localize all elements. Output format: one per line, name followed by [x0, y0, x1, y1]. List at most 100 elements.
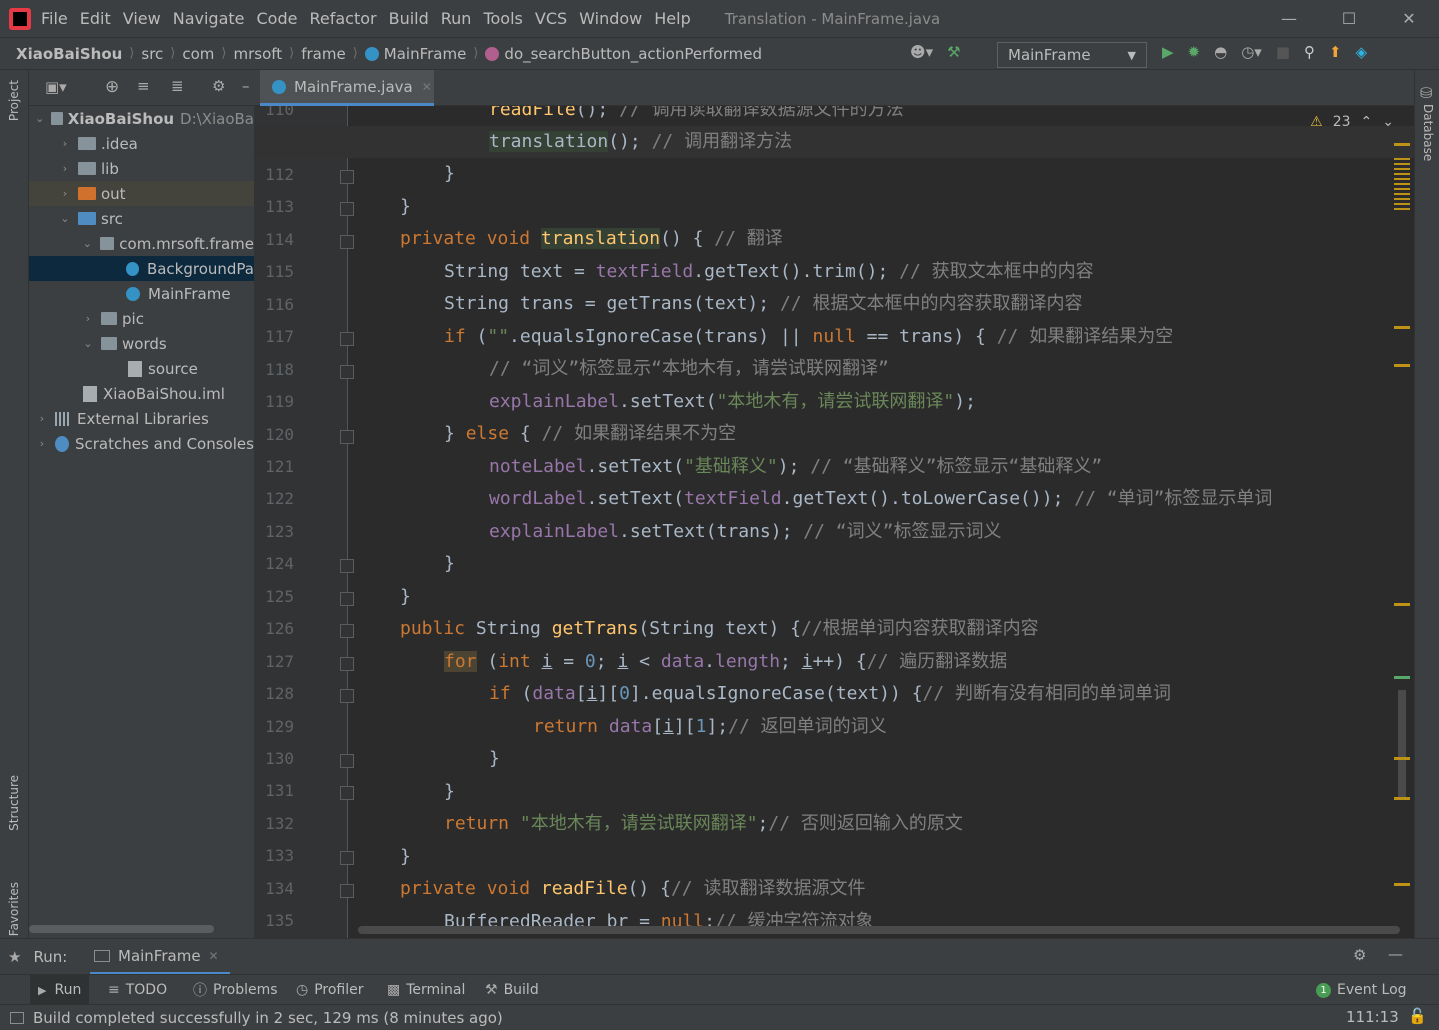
fold-marker-icon[interactable] — [340, 591, 354, 606]
fold-marker-icon[interactable] — [340, 169, 354, 184]
menu-run[interactable]: Run — [441, 9, 472, 28]
warning-stripe-mark[interactable] — [1394, 364, 1410, 367]
chevron-up-icon[interactable]: ⌃ — [1361, 114, 1373, 130]
coverage-icon[interactable]: ◓ — [1214, 43, 1227, 61]
collapse-all-icon[interactable]: ≣ — [171, 77, 184, 95]
tab-mainframe-java[interactable]: MainFrame.java ✕ — [260, 70, 434, 106]
close-icon[interactable]: ✕ — [1379, 0, 1439, 37]
chevron-down-icon[interactable]: ⌄ — [35, 112, 45, 125]
editor-vertical-scrollbar[interactable] — [1398, 690, 1406, 800]
layout-icon[interactable] — [10, 1011, 24, 1024]
run-icon[interactable]: ▶ — [1162, 43, 1174, 61]
menu-window[interactable]: Window — [579, 9, 642, 28]
structure-tool-tab[interactable]: Structure — [7, 775, 21, 831]
tree-item-mainframe[interactable]: MainFrame — [29, 281, 254, 306]
fold-marker-icon[interactable] — [340, 754, 354, 768]
warning-stripe-mark[interactable] — [1394, 797, 1410, 800]
inspection-widget[interactable]: ⚠ 23 ⌃ ⌄ — [1310, 114, 1394, 130]
fold-marker-icon[interactable] — [340, 202, 354, 217]
tree-item-out[interactable]: › out — [29, 181, 254, 206]
breadcrumb-src[interactable]: src — [141, 45, 163, 63]
chevron-down-icon[interactable]: ⌄ — [81, 237, 94, 250]
chevron-right-icon[interactable]: › — [58, 162, 72, 175]
menu-vcs[interactable]: VCS — [535, 9, 567, 28]
tree-item-iml[interactable]: XiaoBaiShou.iml — [29, 381, 254, 406]
locate-icon[interactable]: ⊕ — [105, 77, 119, 97]
stop-icon[interactable]: ■ — [1276, 43, 1290, 61]
tree-item-external-libraries[interactable]: › External Libraries — [29, 406, 254, 431]
warning-stripe-mark[interactable] — [1394, 603, 1410, 606]
close-tab-icon[interactable]: ✕ — [209, 949, 219, 963]
chevron-right-icon[interactable]: › — [58, 137, 72, 150]
tool-problems[interactable]: ⓘ Problems — [193, 975, 278, 1005]
tool-profiler[interactable]: ◷ Profiler — [296, 975, 364, 1005]
build-hammer-icon[interactable]: ⚒ — [947, 43, 960, 61]
breadcrumb-method[interactable]: do_searchButton_actionPerformed — [504, 45, 762, 63]
fold-marker-icon[interactable] — [340, 624, 354, 639]
warning-stripe-mark[interactable] — [1394, 143, 1410, 146]
breadcrumb-mainframe[interactable]: MainFrame — [384, 45, 467, 63]
profile-icon[interactable]: ◷▾ — [1241, 43, 1262, 61]
gear-icon[interactable]: ⚙ — [212, 77, 225, 95]
tool-event-log[interactable]: 1 Event Log — [1316, 975, 1407, 1005]
tree-item-scratches[interactable]: › Scratches and Consoles — [29, 431, 254, 456]
chevron-right-icon[interactable]: › — [81, 312, 95, 325]
fold-marker-icon[interactable] — [340, 851, 354, 866]
tree-item-src[interactable]: ⌄ src — [29, 206, 254, 231]
code-editor[interactable]: 1101111121131141151161171181191201211221… — [254, 106, 1414, 938]
minimize-panel-icon[interactable]: — — [1388, 945, 1403, 963]
tool-todo[interactable]: ≡ TODO — [108, 975, 167, 1005]
tool-terminal[interactable]: ▩ Terminal — [387, 975, 465, 1005]
chevron-down-icon[interactable]: ⌄ — [81, 337, 95, 350]
chevron-right-icon[interactable]: › — [58, 187, 72, 200]
tree-horizontal-scrollbar[interactable] — [29, 925, 214, 933]
breadcrumb-frame[interactable]: frame — [301, 45, 345, 63]
warning-stripe-mark[interactable] — [1394, 883, 1410, 886]
view-mode-icon[interactable]: ▣▾ — [45, 78, 67, 96]
fold-marker-icon[interactable] — [340, 364, 354, 379]
star-icon[interactable]: ★ — [8, 948, 21, 966]
chevron-down-icon[interactable]: ⌄ — [1382, 114, 1394, 130]
fold-marker-icon[interactable] — [340, 656, 354, 671]
caret-position[interactable]: 111:13 — [1346, 1008, 1399, 1026]
project-tool-tab[interactable]: Project — [7, 80, 21, 121]
warning-stripe-mark[interactable] — [1394, 158, 1410, 210]
fold-marker-icon[interactable] — [340, 883, 354, 898]
breadcrumb-project[interactable]: XiaoBaiShou — [16, 45, 122, 63]
menu-view[interactable]: View — [123, 9, 161, 28]
breadcrumb-com[interactable]: com — [182, 45, 214, 63]
fold-marker-icon[interactable] — [340, 689, 354, 704]
menu-tools[interactable]: Tools — [483, 9, 522, 28]
menu-help[interactable]: Help — [654, 9, 690, 28]
warning-stripe-mark[interactable] — [1394, 757, 1410, 760]
warning-stripe-mark[interactable] — [1394, 326, 1410, 329]
update-icon[interactable]: ⬆ — [1329, 43, 1342, 61]
maximize-icon[interactable]: ☐ — [1319, 0, 1379, 37]
menu-refactor[interactable]: Refactor — [309, 9, 376, 28]
fold-marker-icon[interactable] — [340, 234, 354, 249]
tree-item-source[interactable]: source — [29, 356, 254, 381]
menu-build[interactable]: Build — [389, 9, 429, 28]
breadcrumb-mrsoft[interactable]: mrsoft — [233, 45, 282, 63]
search-icon[interactable]: ⚲ — [1304, 43, 1315, 61]
status-message[interactable]: Build completed successfully in 2 sec, 1… — [33, 1009, 503, 1027]
tree-item-words[interactable]: ⌄ words — [29, 331, 254, 356]
gear-icon[interactable]: ⚙ — [1353, 946, 1366, 964]
hide-icon[interactable]: – — [242, 77, 250, 95]
fold-marker-icon[interactable] — [340, 559, 354, 574]
user-icon[interactable]: ☻▾ — [910, 43, 933, 61]
editor-horizontal-scrollbar[interactable] — [358, 926, 1400, 934]
tree-item-idea[interactable]: › .idea — [29, 131, 254, 156]
tool-build[interactable]: ⚒ Build — [485, 975, 539, 1005]
change-stripe-mark[interactable] — [1394, 676, 1410, 679]
close-tab-icon[interactable]: ✕ — [422, 80, 432, 94]
run-tab-mainframe[interactable]: MainFrame ✕ — [90, 939, 230, 975]
tree-item-project-root[interactable]: ⌄ XiaoBaiShou D:\XiaoBa — [29, 106, 254, 131]
database-tool-tab[interactable]: Database — [1421, 104, 1435, 161]
fold-marker-icon[interactable] — [340, 332, 354, 347]
chevron-right-icon[interactable]: › — [35, 437, 49, 450]
minimize-icon[interactable]: — — [1259, 0, 1319, 37]
fold-marker-icon[interactable] — [340, 429, 354, 444]
tool-run[interactable]: ▶ Run — [30, 975, 90, 1005]
lock-icon[interactable]: 🔓 — [1408, 1007, 1427, 1025]
